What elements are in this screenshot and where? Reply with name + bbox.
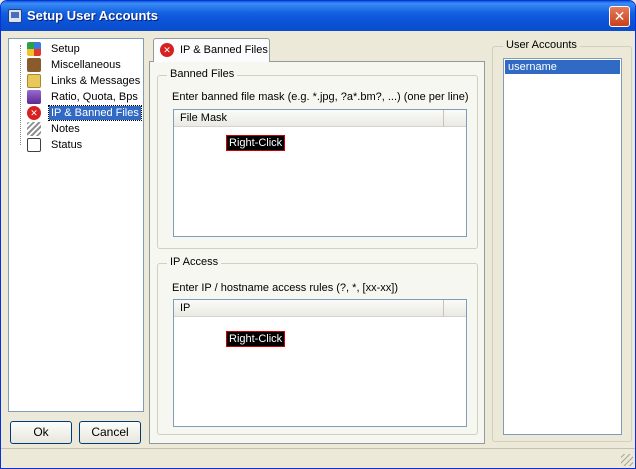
ip-access-title: IP Access	[167, 256, 222, 268]
window-title: Setup User Accounts	[27, 8, 158, 23]
tree-item-label: Notes	[51, 123, 80, 135]
column-spacer	[444, 110, 466, 127]
close-icon: ✕	[613, 8, 626, 24]
tree-item-label: Setup	[51, 43, 80, 55]
tree-item-label: Ratio, Quota, Bps	[51, 91, 138, 103]
column-ip[interactable]: IP	[174, 300, 444, 317]
resize-grip[interactable]	[621, 454, 633, 466]
right-click-hint: Right-Click	[226, 135, 286, 151]
user-accounts-title: User Accounts	[503, 39, 580, 51]
tree-item-label: Miscellaneous	[51, 59, 121, 71]
notes-icon	[27, 122, 41, 136]
tree-connector-line	[20, 45, 21, 145]
tab-ip-banned-files[interactable]: ✕ IP & Banned Files	[153, 38, 270, 62]
ip-access-list[interactable]: IP Right-Click	[173, 299, 467, 427]
banned-files-title: Banned Files	[167, 68, 238, 80]
user-accounts-list[interactable]: username	[503, 58, 622, 435]
tree-item-label: Status	[51, 139, 83, 151]
misc-icon	[27, 58, 41, 72]
cancel-button-label: Cancel	[91, 425, 129, 439]
banned-files-group: Banned Files Enter banned file mask (e.g…	[157, 68, 478, 249]
close-button[interactable]: ✕	[609, 6, 630, 27]
settings-tree[interactable]: Setup Miscellaneous Links & Messages Rat…	[8, 38, 144, 412]
banned-icon: ✕	[27, 106, 41, 120]
app-icon	[8, 9, 22, 23]
list-item[interactable]: username	[505, 60, 620, 74]
banned-files-list[interactable]: File Mask Right-Click	[173, 109, 467, 237]
setup-user-accounts-window: Setup User Accounts ✕ Setup Miscellaneou…	[0, 0, 636, 469]
ok-button-label: Ok	[33, 425, 49, 439]
list-header: File Mask	[174, 110, 466, 127]
tree-item-label: IP & Banned Files	[48, 105, 142, 121]
tree-item-label: Links & Messages	[51, 75, 141, 87]
tab-label: IP & Banned Files	[180, 44, 268, 56]
title-bar[interactable]: Setup User Accounts ✕	[1, 1, 635, 31]
right-click-hint: Right-Click	[226, 331, 286, 347]
ok-button[interactable]: Ok	[10, 421, 72, 444]
tab-panel: Banned Files Enter banned file mask (e.g…	[149, 61, 485, 444]
folder-icon	[27, 74, 41, 88]
ratio-icon	[27, 90, 41, 104]
banned-files-hint: Enter banned file mask (e.g. *.jpg, ?a*.…	[172, 91, 469, 103]
cancel-button[interactable]: Cancel	[79, 421, 141, 444]
user-accounts-group: User Accounts username	[492, 39, 632, 442]
column-file-mask[interactable]: File Mask	[174, 110, 444, 127]
status-bar	[1, 448, 635, 468]
column-spacer	[444, 300, 466, 317]
setup-icon	[27, 42, 41, 56]
ip-access-hint: Enter IP / hostname access rules (?, *, …	[172, 282, 398, 294]
status-icon	[27, 138, 41, 152]
list-header: IP	[174, 300, 466, 317]
ip-access-group: IP Access Enter IP / hostname access rul…	[157, 256, 478, 435]
banned-icon: ✕	[160, 43, 174, 57]
